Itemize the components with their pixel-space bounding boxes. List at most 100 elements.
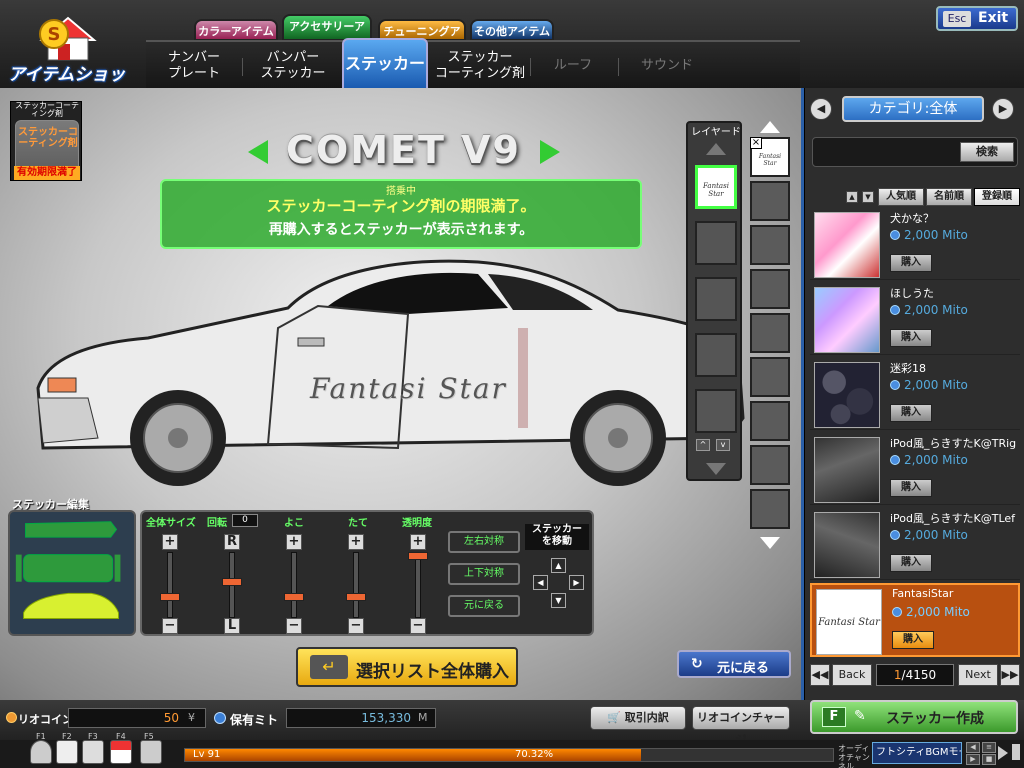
next-category-icon[interactable]: ▶ [992, 98, 1014, 120]
subtab-bumper-sticker[interactable]: バンパー ステッカー [246, 42, 340, 90]
horizontal-track[interactable] [291, 552, 297, 618]
list-item-selected[interactable]: Fantasi Star FantasiStar 2,000 Mito 購入 [810, 583, 1020, 657]
list-item[interactable]: 犬かな？ 2,000 Mito 購入 [810, 208, 1020, 280]
character-icon[interactable] [30, 740, 52, 764]
bgm-mode-display[interactable]: フトシティBGMモード [872, 742, 962, 764]
buy-button[interactable]: 購入 [890, 404, 932, 422]
layer-col-down-icon[interactable] [760, 537, 780, 549]
layer-slot[interactable] [695, 333, 737, 377]
subtab-number-plate[interactable]: ナンバー プレート [146, 42, 242, 90]
opacity-increase-button[interactable]: + [410, 534, 426, 550]
size-track[interactable] [167, 552, 173, 618]
buy-button[interactable]: 購入 [890, 554, 932, 572]
list-item[interactable]: 迷彩18 2,000 Mito 購入 [810, 358, 1020, 430]
buy-button[interactable]: 購入 [890, 329, 932, 347]
subtab-sticker-coating[interactable]: ステッカー コーティング剤 [432, 42, 528, 90]
prev-category-icon[interactable]: ◀ [810, 98, 832, 120]
layer-col-slot[interactable] [750, 401, 790, 441]
layer-slot[interactable] [695, 277, 737, 321]
rotate-right-button[interactable]: R [224, 534, 240, 550]
sort-ascending-icon[interactable]: ▲ [846, 191, 858, 203]
last-page-icon[interactable]: ▶▶ [1000, 664, 1020, 686]
create-sticker-button[interactable]: F ✎ ステッカー作成 [810, 700, 1018, 734]
close-icon[interactable]: × [750, 137, 762, 149]
layer-scroll-down-icon[interactable] [706, 463, 726, 475]
move-up-icon[interactable]: ▲ [551, 558, 566, 573]
size-knob[interactable] [160, 592, 180, 601]
layer-col-slot-filled[interactable]: × Fantasi Star [750, 137, 790, 177]
sort-registered-button[interactable]: 登録順 [974, 188, 1020, 206]
subtab-sticker[interactable]: ステッカー [342, 38, 428, 90]
vertical-increase-button[interactable]: + [348, 534, 364, 550]
vertical-track[interactable] [353, 552, 359, 618]
buy-button[interactable]: 購入 [890, 254, 932, 272]
reset-sticker-button[interactable]: 元に戻る [448, 595, 520, 617]
stop-icon[interactable]: ■ [982, 754, 996, 765]
layer-slot[interactable] [695, 389, 737, 433]
tab-color-items[interactable]: カラーアイテム [194, 19, 278, 41]
community-icon[interactable] [140, 740, 162, 764]
garage-icon[interactable] [56, 740, 78, 764]
move-left-icon[interactable]: ◀ [533, 575, 548, 590]
opacity-decrease-button[interactable]: − [410, 618, 426, 634]
first-page-icon[interactable]: ◀◀ [810, 664, 830, 686]
buy-button[interactable]: 購入 [892, 631, 934, 649]
horizontal-increase-button[interactable]: + [286, 534, 302, 550]
opacity-track[interactable] [415, 552, 421, 618]
prev-track-icon[interactable]: ◀ [966, 742, 980, 753]
layer-col-up-icon[interactable] [760, 121, 780, 133]
next-button[interactable]: Next [958, 664, 998, 686]
play-icon[interactable] [998, 746, 1008, 760]
list-item[interactable]: iPod風_らきすたK@TLef 2,000 Mito 購入 [810, 508, 1020, 580]
next-track-icon[interactable]: ▶ [966, 754, 980, 765]
transaction-history-button[interactable]: 🛒 取引内訳 [590, 706, 686, 730]
mirror-horizontal-button[interactable]: 左右対称 [448, 531, 520, 553]
shop-icon[interactable] [110, 740, 132, 764]
rotate-left-button[interactable]: L [224, 618, 240, 634]
search-button[interactable]: 検索 [960, 142, 1014, 162]
layer-col-slot[interactable] [750, 225, 790, 265]
layer-col-slot[interactable] [750, 313, 790, 353]
tab-other-items[interactable]: その他アイテム [470, 19, 554, 41]
box-icon[interactable] [82, 740, 104, 764]
sort-descending-icon[interactable]: ▼ [862, 191, 874, 203]
layer-col-slot[interactable] [750, 489, 790, 529]
vertical-decrease-button[interactable]: − [348, 618, 364, 634]
horizontal-decrease-button[interactable]: − [286, 618, 302, 634]
opacity-knob[interactable] [408, 552, 428, 560]
sort-name-button[interactable]: 名前順 [926, 188, 972, 206]
horizontal-knob[interactable] [284, 592, 304, 601]
list-item[interactable]: ほしうた 2,000 Mito 購入 [810, 283, 1020, 355]
buy-all-selected-button[interactable]: ↵ 選択リスト全体購入 [296, 647, 518, 687]
back-button[interactable]: Back [832, 664, 872, 686]
layer-col-slot[interactable] [750, 269, 790, 309]
revert-button[interactable]: ↻ 元に戻る [677, 650, 791, 678]
tab-accessory-items[interactable]: アクセサリーアイテム [282, 14, 372, 55]
layer-slot-selected[interactable]: Fantasi Star [695, 165, 737, 209]
buy-button[interactable]: 購入 [890, 479, 932, 497]
layer-col-slot[interactable] [750, 357, 790, 397]
layer-scroll-up-icon[interactable] [706, 143, 726, 155]
tab-divider [618, 58, 619, 76]
exit-button[interactable]: Esc Exit [936, 6, 1018, 31]
list-icon[interactable]: ≡ [982, 742, 996, 753]
move-down-icon[interactable]: ▼ [551, 593, 566, 608]
size-increase-button[interactable]: + [162, 534, 178, 550]
prev-car-arrow-icon[interactable] [248, 140, 268, 164]
size-decrease-button[interactable]: − [162, 618, 178, 634]
move-right-icon[interactable]: ▶ [569, 575, 584, 590]
layer-move-up-icon[interactable]: ^ [696, 439, 710, 451]
list-item[interactable]: iPod風_らきすたK@TRig 2,000 Mito 購入 [810, 433, 1020, 505]
layer-col-slot[interactable] [750, 445, 790, 485]
rotation-label: 回転 [207, 518, 227, 529]
layer-slot[interactable] [695, 221, 737, 265]
mirror-vertical-button[interactable]: 上下対称 [448, 563, 520, 585]
pause-icon[interactable] [1012, 744, 1020, 760]
vertical-knob[interactable] [346, 592, 366, 601]
layer-col-slot[interactable] [750, 181, 790, 221]
layer-move-down-icon[interactable]: v [716, 439, 730, 451]
next-car-arrow-icon[interactable] [540, 140, 560, 164]
rotation-knob[interactable] [222, 578, 242, 587]
sort-popular-button[interactable]: 人気順 [878, 188, 924, 206]
coin-charge-button[interactable]: リオコインチャージ [692, 706, 790, 746]
